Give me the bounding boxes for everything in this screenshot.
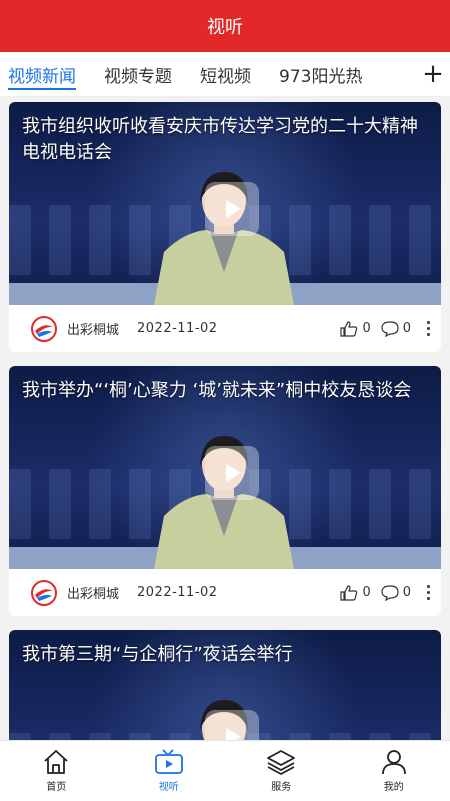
play-button[interactable]	[205, 710, 259, 740]
play-icon	[219, 196, 245, 222]
publish-date: 2022-11-02	[137, 321, 330, 336]
video-title: 我市组织收听收看安庆市传达学习党的二十大精神电视电话会	[22, 114, 421, 166]
app-header: 视听	[0, 0, 450, 52]
more-options-icon[interactable]	[425, 320, 431, 338]
nav-profile-label: 我的	[384, 778, 404, 793]
nav-services-label: 服务	[271, 778, 291, 793]
bottom-navigation: 首页 视听 服务 我的	[0, 740, 450, 801]
nav-profile[interactable]: 我的	[338, 741, 450, 801]
thumbs-up-icon	[340, 585, 358, 601]
like-button[interactable]: 0	[340, 585, 370, 601]
video-card[interactable]: 我市举办“‘桐’心聚力 ‘城’就未来”桐中校友恳谈会 出彩桐城 2022-11-…	[9, 366, 441, 616]
video-meta: 出彩桐城 2022-11-02 0 0	[9, 305, 441, 352]
tab-video-news[interactable]: 视频新闻	[8, 52, 76, 96]
page-title: 视听	[207, 13, 243, 39]
comment-icon	[381, 321, 399, 337]
play-button[interactable]	[205, 446, 259, 500]
nav-video-label: 视听	[159, 778, 179, 793]
video-card[interactable]: 我市组织收听收看安庆市传达学习党的二十大精神电视电话会 出彩桐城 2022-11…	[9, 102, 441, 352]
video-feed: 我市组织收听收看安庆市传达学习党的二十大精神电视电话会 出彩桐城 2022-11…	[0, 96, 450, 740]
play-icon	[219, 724, 245, 740]
layers-icon	[266, 749, 296, 775]
more-options-icon[interactable]	[425, 584, 431, 602]
video-meta: 出彩桐城 2022-11-02 0 0	[9, 569, 441, 616]
video-thumbnail[interactable]: 我市举办“‘桐’心聚力 ‘城’就未来”桐中校友恳谈会	[9, 366, 441, 569]
video-title: 我市第三期“与企桐行”夜话会举行	[22, 642, 421, 668]
nav-services[interactable]: 服务	[225, 741, 338, 801]
play-icon	[219, 460, 245, 486]
comment-button[interactable]: 0	[381, 321, 411, 337]
thumbs-up-icon	[340, 321, 358, 337]
video-title: 我市举办“‘桐’心聚力 ‘城’就未来”桐中校友恳谈会	[22, 378, 421, 404]
play-button[interactable]	[205, 182, 259, 236]
source-logo-icon	[31, 580, 57, 606]
video-icon	[154, 749, 184, 775]
nav-home-label: 首页	[46, 778, 66, 793]
video-thumbnail[interactable]: 我市组织收听收看安庆市传达学习党的二十大精神电视电话会	[9, 102, 441, 305]
comment-button[interactable]: 0	[381, 585, 411, 601]
publish-date: 2022-11-02	[137, 585, 330, 600]
channel-tabs: 视频新闻 视频专题 短视频 973阳光热 +	[0, 52, 450, 97]
source-name: 出彩桐城	[67, 583, 119, 602]
source-name: 出彩桐城	[67, 319, 119, 338]
add-channel-button[interactable]: +	[416, 59, 450, 89]
comment-count: 0	[403, 585, 411, 600]
comment-count: 0	[403, 321, 411, 336]
user-icon	[381, 749, 407, 775]
like-button[interactable]: 0	[340, 321, 370, 337]
tab-video-topics[interactable]: 视频专题	[104, 52, 172, 96]
nav-video[interactable]: 视听	[113, 741, 226, 801]
nav-home[interactable]: 首页	[0, 741, 113, 801]
like-count: 0	[362, 585, 370, 600]
video-thumbnail[interactable]: 我市第三期“与企桐行”夜话会举行	[9, 630, 441, 740]
tab-973-radio[interactable]: 973阳光热	[279, 52, 362, 96]
tab-short-video[interactable]: 短视频	[200, 52, 251, 96]
like-count: 0	[362, 321, 370, 336]
video-card[interactable]: 我市第三期“与企桐行”夜话会举行	[9, 630, 441, 740]
home-icon	[42, 749, 70, 775]
comment-icon	[381, 585, 399, 601]
source-logo-icon	[31, 316, 57, 342]
